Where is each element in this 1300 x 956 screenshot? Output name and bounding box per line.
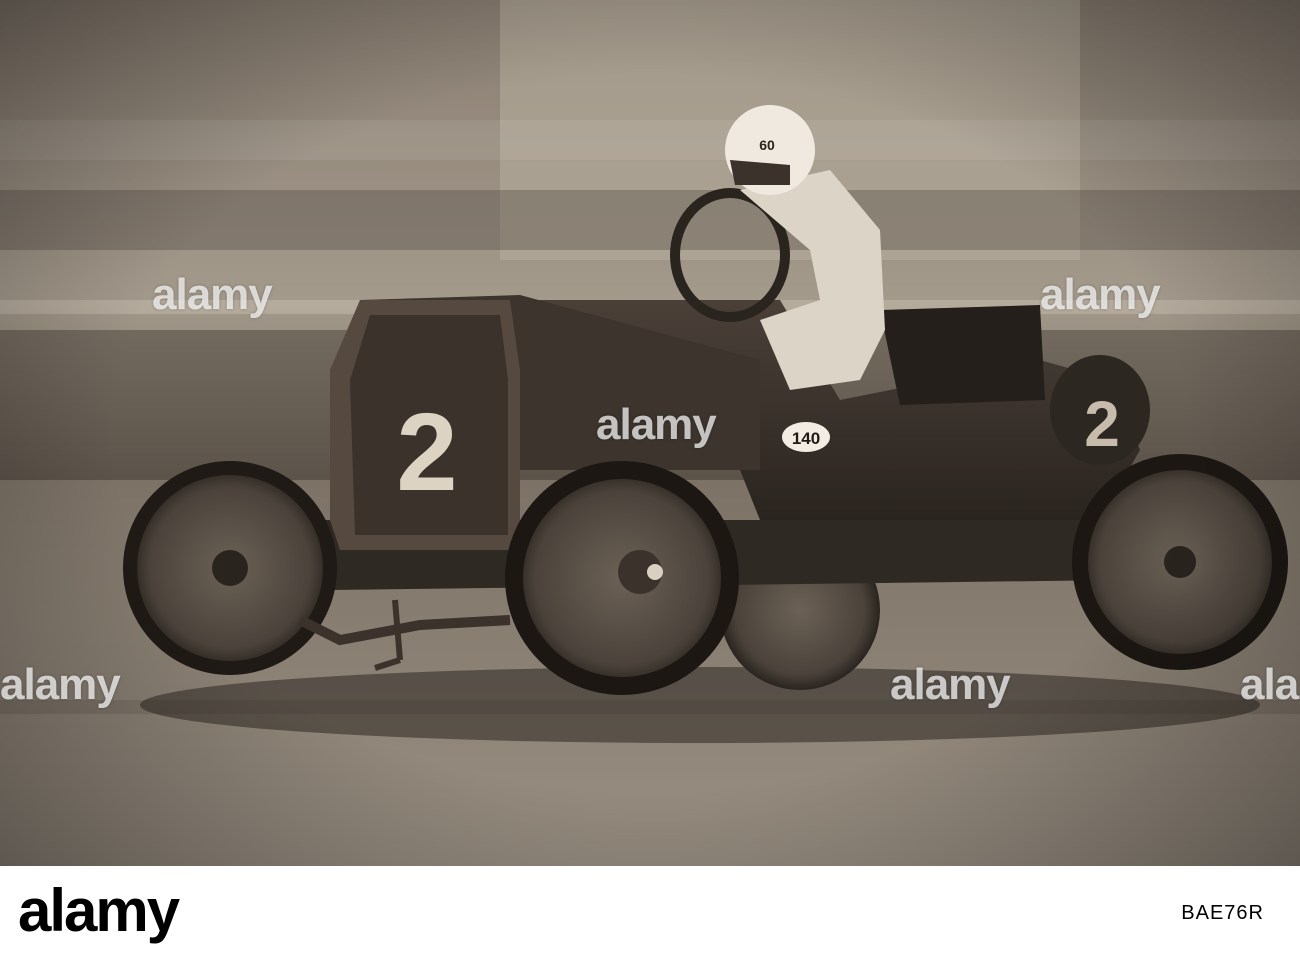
photo: 2 2 140 60: [0, 0, 1300, 866]
brand-logo[interactable]: alamy: [18, 876, 180, 946]
image-id: BAE76R: [1181, 902, 1264, 924]
footer-bar: alamy BAE76R: [0, 866, 1300, 956]
